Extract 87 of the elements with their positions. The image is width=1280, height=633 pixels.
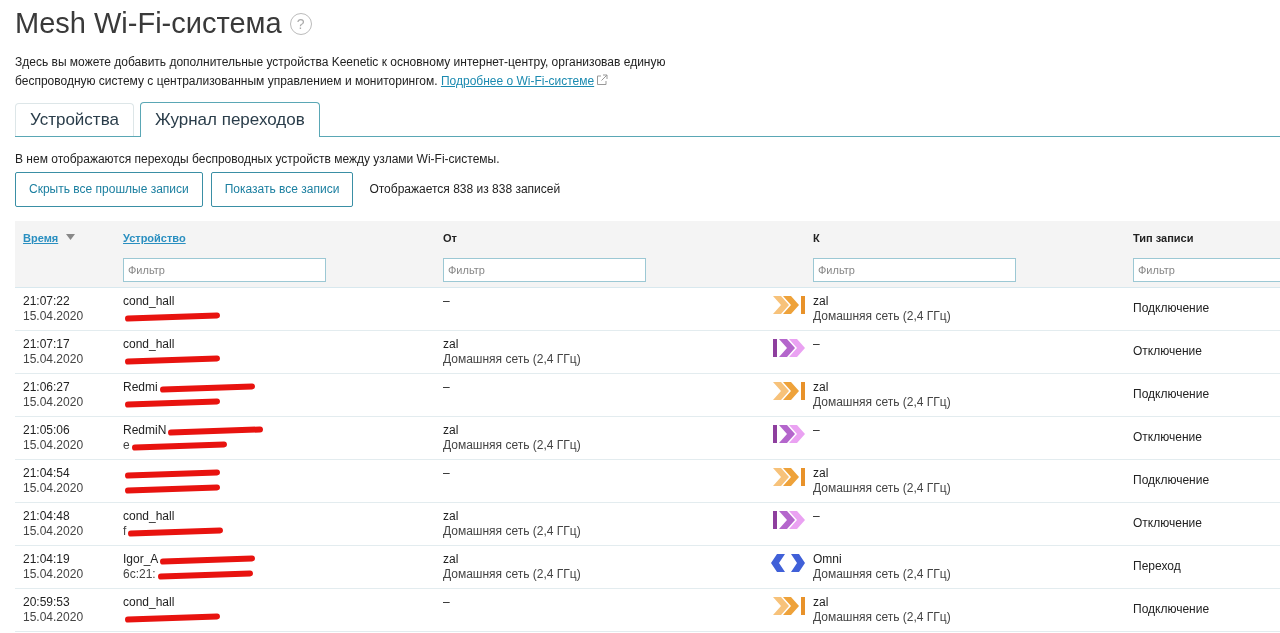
time-text: 21:06:27 [23, 379, 71, 395]
disconnect-arrows-icon [773, 425, 805, 444]
device-name: cond_hall [123, 508, 175, 523]
page-title: Mesh Wi-Fi-система [15, 7, 282, 39]
network-name: Домашняя сеть (2,4 ГГц) [443, 437, 582, 453]
time-text: 21:04:19 [23, 551, 71, 567]
destination-label: zal [813, 293, 830, 309]
source-label: zal [443, 508, 460, 524]
column-header[interactable]: Время [23, 229, 76, 247]
date-text: 15.04.2020 [23, 523, 85, 539]
mac-address-text: f [123, 523, 127, 538]
time-text: 21:07:17 [23, 336, 71, 352]
network-name: Домашняя сеть (2,4 ГГц) [813, 394, 952, 410]
destination-label: Omni [813, 551, 843, 567]
time-text: 20:59:53 [23, 594, 71, 610]
mac-address-text: 6c:21: [123, 566, 156, 581]
record-type: Отключение [1133, 516, 1202, 532]
destination-label: zal [813, 379, 830, 395]
connect-arrows-icon [773, 382, 805, 401]
intro-text: Здесь вы можете добавить дополнительные устройства Keenetic к основному интернет-центру, организовав единую беспроводную систему с централизованным управлением и мониторингом. Подробнее о Wi-Fi-системе [15, 53, 667, 90]
filter-field[interactable]: Фильтр [813, 257, 1016, 282]
source-label: – [443, 293, 451, 309]
record-type: Подключение [1133, 387, 1210, 403]
device-name: cond_hall [123, 293, 175, 308]
connect-arrows-icon [773, 296, 805, 315]
sort-caret-icon[interactable] [66, 233, 76, 240]
network-name: Домашняя сеть (2,4 ГГц) [813, 308, 952, 324]
date-text: 15.04.2020 [23, 609, 85, 625]
date-text: 15.04.2020 [23, 308, 85, 324]
transition-arrows-icon [771, 554, 805, 573]
column-header[interactable]: Устройство [123, 229, 186, 247]
connect-arrows-icon [773, 597, 805, 616]
filter-field[interactable]: Фильтр [443, 257, 646, 282]
time-text: 21:05:06 [23, 422, 71, 438]
network-name: Домашняя сеть (2,4 ГГц) [443, 523, 582, 539]
tab[interactable]: Устройства [15, 102, 134, 136]
record-type: Подключение [1133, 301, 1210, 317]
network-name: Домашняя сеть (2,4 ГГц) [813, 609, 952, 625]
date-text: 15.04.2020 [23, 351, 85, 367]
disconnect-arrows-icon [773, 339, 805, 358]
network-name: Домашняя сеть (2,4 ГГц) [813, 566, 952, 582]
record-type: Подключение [1133, 602, 1210, 618]
source-label: – [443, 594, 451, 610]
source-label: – [443, 465, 451, 481]
device-name: cond_hall [123, 336, 175, 351]
description-text: В нем отображаются переходы беспроводных устройств между узлами Wi-Fi-системы. [15, 150, 501, 168]
record-type: Переход [1133, 559, 1181, 575]
network-name: Домашняя сеть (2,4 ГГц) [443, 566, 582, 582]
record-type: Отключение [1133, 430, 1202, 446]
mac-address-text: e [123, 437, 130, 452]
record-count: Отображается 838 из 838 записей [369, 181, 561, 199]
network-name: Домашняя сеть (2,4 ГГц) [813, 480, 952, 496]
time-text: 21:07:22 [23, 293, 71, 309]
network-name: Домашняя сеть (2,4 ГГц) [443, 351, 582, 367]
record-type: Подключение [1133, 473, 1210, 489]
filter-field[interactable]: Фильтр [1133, 257, 1280, 282]
record-type: Отключение [1133, 344, 1202, 360]
show-all-button[interactable]: Показать все записи [210, 171, 354, 207]
disconnect-arrows-icon [773, 511, 805, 530]
device-name: Redmi [123, 379, 158, 394]
destination-label: – [813, 422, 821, 438]
filter-field[interactable]: Фильтр [123, 257, 326, 282]
date-text: 15.04.2020 [23, 394, 85, 410]
tab[interactable]: Журнал переходов [139, 101, 320, 137]
device-name: RedmiN [123, 422, 167, 437]
time-text: 21:04:48 [23, 508, 71, 524]
source-label: – [443, 379, 451, 395]
source-label: zal [443, 422, 460, 438]
external-link-icon [596, 73, 609, 86]
column-header: Тип записи [1133, 230, 1194, 246]
time-text: 21:04:54 [23, 465, 71, 481]
destination-label: – [813, 508, 821, 524]
connect-arrows-icon [773, 468, 805, 487]
source-label: zal [443, 336, 460, 352]
date-text: 15.04.2020 [23, 566, 85, 582]
date-text: 15.04.2020 [23, 437, 85, 453]
hide-past-button[interactable]: Скрыть все прошлые записи [15, 171, 203, 207]
device-name: cond_hall [123, 594, 175, 609]
destination-label: zal [813, 465, 830, 481]
destination-label: – [813, 336, 821, 352]
column-header: К [813, 230, 820, 246]
device-name: Igor_A [123, 551, 159, 566]
destination-label: zal [813, 594, 830, 610]
more-info-link[interactable]: Подробнее о Wi-Fi-системе [440, 73, 595, 88]
column-header: От [443, 230, 457, 246]
source-label: zal [443, 551, 460, 567]
date-text: 15.04.2020 [23, 480, 85, 496]
